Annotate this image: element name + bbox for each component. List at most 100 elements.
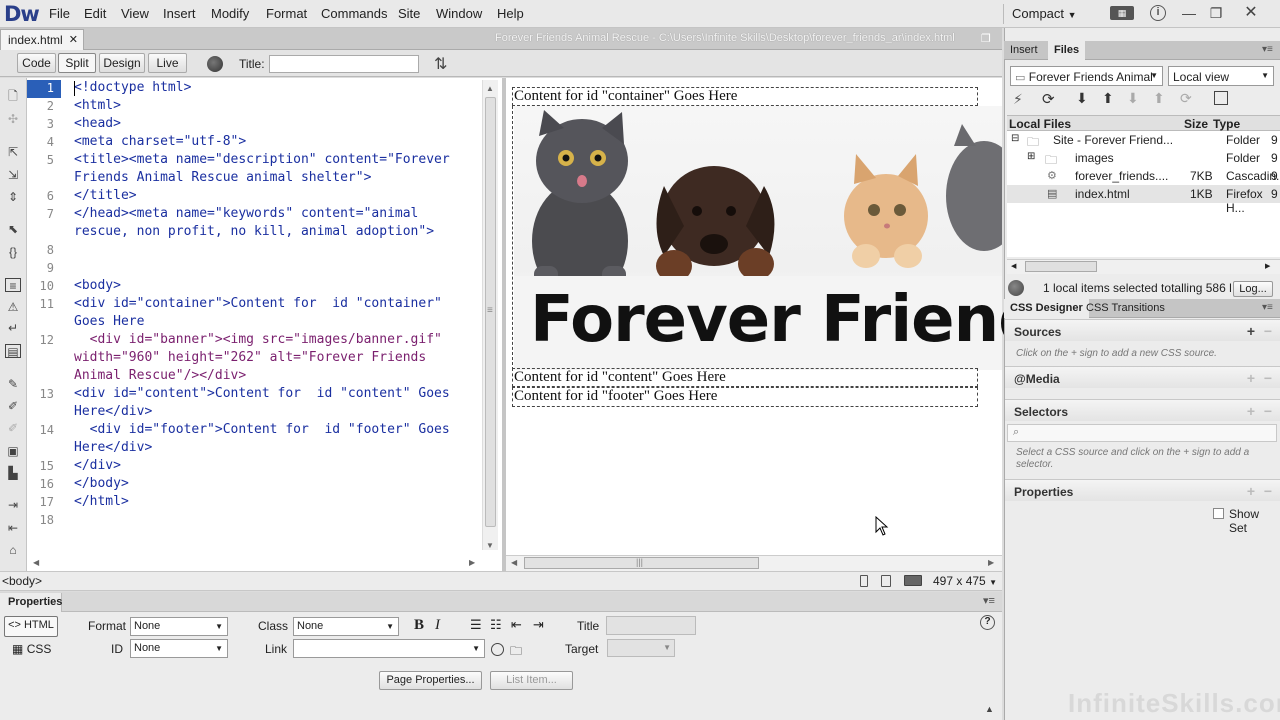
menu-commands[interactable]: Commands — [321, 6, 387, 21]
scroll-down-icon[interactable]: ▼ — [486, 541, 494, 550]
menu-window[interactable]: Window — [436, 6, 482, 21]
code-line[interactable]: rescue, non profit, no kill, animal adop… — [74, 223, 434, 241]
mobile-size-icon[interactable] — [860, 575, 868, 587]
expand-icon[interactable]: ⊞ — [1027, 151, 1035, 162]
live-view-button[interactable]: Live — [148, 53, 187, 73]
format-source-icon[interactable]: ⌂ — [5, 543, 21, 557]
wrap-tag-icon[interactable]: ✐ — [5, 421, 21, 435]
tab-files[interactable]: Files — [1048, 41, 1086, 60]
put-files-icon[interactable]: ⬆ — [1102, 90, 1114, 107]
document-tab[interactable]: index.html ✕ — [0, 29, 84, 51]
target-select[interactable]: ▼ — [607, 639, 675, 657]
remove-selector-icon[interactable]: − — [1264, 403, 1272, 419]
id-select[interactable]: None ▼ — [130, 639, 228, 658]
design-view-button[interactable]: Design — [99, 53, 145, 73]
remove-property-icon[interactable]: − — [1264, 483, 1272, 499]
add-media-icon[interactable]: + — [1247, 370, 1255, 386]
code-line[interactable]: Here</div> — [74, 439, 152, 457]
point-to-file-icon[interactable] — [491, 643, 504, 656]
code-line[interactable]: </title> — [74, 187, 137, 205]
select-parent-tag-icon[interactable]: ⬉ — [5, 222, 21, 236]
sources-section[interactable]: Sources + − — [1005, 319, 1280, 341]
move-css-icon[interactable]: ▙ — [5, 466, 21, 480]
menu-edit[interactable]: Edit — [84, 6, 106, 21]
window-size[interactable]: 497 x 475 ▼ — [933, 574, 997, 588]
menu-file[interactable]: File — [49, 6, 70, 21]
ordered-list-icon[interactable]: ☷ — [490, 617, 502, 633]
file-management-icon[interactable]: ⇅ — [434, 54, 447, 74]
show-set-checkbox[interactable] — [1213, 508, 1224, 519]
panel-menu-icon[interactable]: ▾≡ — [983, 594, 995, 607]
remove-source-icon[interactable]: − — [1264, 323, 1272, 339]
code-horizontal-scrollbar[interactable] — [28, 555, 478, 570]
title-input[interactable] — [269, 55, 419, 73]
highlight-invalid-icon[interactable]: ⚠ — [5, 300, 21, 314]
col-size[interactable]: Size — [1184, 117, 1208, 131]
content-div[interactable]: Content for id "content" Goes Here — [512, 368, 978, 387]
menu-help[interactable]: Help — [497, 6, 524, 21]
check-in-icon[interactable]: ⬆ — [1153, 90, 1165, 107]
link-input[interactable]: ▼ — [293, 639, 485, 658]
file-row-css[interactable]: ⚙ forever_friends.... 7KB Cascadin... 9 — [1007, 167, 1280, 185]
browse-folder-icon[interactable]: 🗀 — [510, 642, 522, 663]
col-type[interactable]: Type — [1213, 117, 1240, 131]
check-out-icon[interactable]: ⬇ — [1127, 90, 1139, 107]
syntax-coloring-icon[interactable]: ▤ — [5, 344, 21, 359]
view-select[interactable]: Local view ▼ — [1168, 66, 1274, 86]
connect-icon[interactable]: ⚡ — [1013, 91, 1023, 108]
scroll-left-icon[interactable]: ◀ — [1011, 262, 1016, 270]
format-select[interactable]: None ▼ — [130, 617, 228, 636]
code-line[interactable]: <div id="footer">Content for id "footer"… — [74, 421, 450, 439]
expand-all-icon[interactable]: ⇕ — [5, 190, 21, 204]
help-icon[interactable]: ? — [980, 615, 995, 630]
file-row-site[interactable]: ⊟ 🗀 Site - Forever Friend... Folder 9 — [1007, 131, 1280, 149]
globe-icon[interactable] — [207, 56, 223, 72]
log-button[interactable]: Log... — [1233, 281, 1273, 297]
file-list-scroll-thumb[interactable] — [1025, 261, 1097, 272]
sync-settings-icon[interactable]: ▦ — [1110, 6, 1134, 20]
outdent-icon[interactable]: ⇤ — [511, 617, 522, 633]
indent-code-icon[interactable]: ⇥ — [5, 498, 21, 512]
code-line[interactable]: <head> — [74, 115, 121, 133]
outdent-code-icon[interactable]: ⇤ — [5, 521, 21, 535]
tab-css-transitions[interactable]: CSS Transitions — [1080, 299, 1171, 318]
properties-section[interactable]: Properties + − — [1005, 479, 1280, 501]
close-icon[interactable]: ✕ — [1240, 3, 1262, 23]
media-section[interactable]: @Media + − — [1005, 366, 1280, 388]
tab-insert[interactable]: Insert — [1004, 41, 1044, 60]
file-row-index[interactable]: ▤ index.html 1KB Firefox H... 9 — [1007, 185, 1280, 215]
code-line[interactable]: <!doctype html> — [74, 79, 191, 97]
code-line[interactable]: <div id="banner"><img src="images/banner… — [74, 331, 442, 349]
recent-snippets-icon[interactable]: ▣ — [5, 444, 21, 458]
panel-menu-icon[interactable]: ▾≡ — [1262, 302, 1273, 313]
collapse-tag-icon[interactable]: ⇱ — [5, 145, 21, 159]
add-source-icon[interactable]: + — [1247, 323, 1255, 339]
italic-button[interactable]: I — [435, 617, 440, 634]
refresh-icon[interactable]: ⟳ — [1042, 90, 1055, 108]
code-line[interactable]: </html> — [74, 493, 129, 511]
code-line[interactable]: <html> — [74, 97, 121, 115]
code-line[interactable]: </head><meta name="keywords" content="an… — [74, 205, 418, 223]
code-line[interactable]: Goes Here — [74, 313, 144, 331]
code-line[interactable]: <body> — [74, 277, 121, 295]
apply-comment-icon[interactable]: ✎ — [5, 377, 21, 391]
line-numbers-icon[interactable]: ≡ — [5, 278, 21, 293]
add-selector-icon[interactable]: + — [1247, 403, 1255, 419]
restore-doc-icon[interactable]: ❐ — [981, 32, 991, 45]
balance-braces-icon[interactable]: {} — [5, 245, 21, 259]
split-view-button[interactable]: Split — [58, 53, 96, 73]
collapse-properties-icon[interactable]: ▲ — [985, 704, 994, 714]
code-line[interactable]: <title><meta name="description" content=… — [74, 151, 450, 169]
bold-button[interactable]: B — [414, 617, 424, 634]
workspace-switcher[interactable]: Compact ▼ — [1012, 6, 1077, 21]
selector-search-input[interactable]: ⌕ — [1007, 424, 1277, 442]
expand-panel-icon[interactable] — [1214, 91, 1228, 105]
word-wrap-icon[interactable]: ↵ — [5, 321, 21, 335]
code-line[interactable]: <div id="container">Content for id "cont… — [74, 295, 442, 313]
restore-icon[interactable]: ❐ — [1205, 3, 1227, 23]
footer-div[interactable]: Content for id "footer" Goes Here — [512, 387, 978, 407]
synchronize-icon[interactable]: ⟳ — [1180, 90, 1192, 107]
code-line[interactable]: Animal Rescue"/></div> — [74, 367, 246, 385]
page-properties-button[interactable]: Page Properties... — [379, 671, 482, 690]
scroll-left-icon[interactable]: ◀ — [511, 558, 517, 567]
